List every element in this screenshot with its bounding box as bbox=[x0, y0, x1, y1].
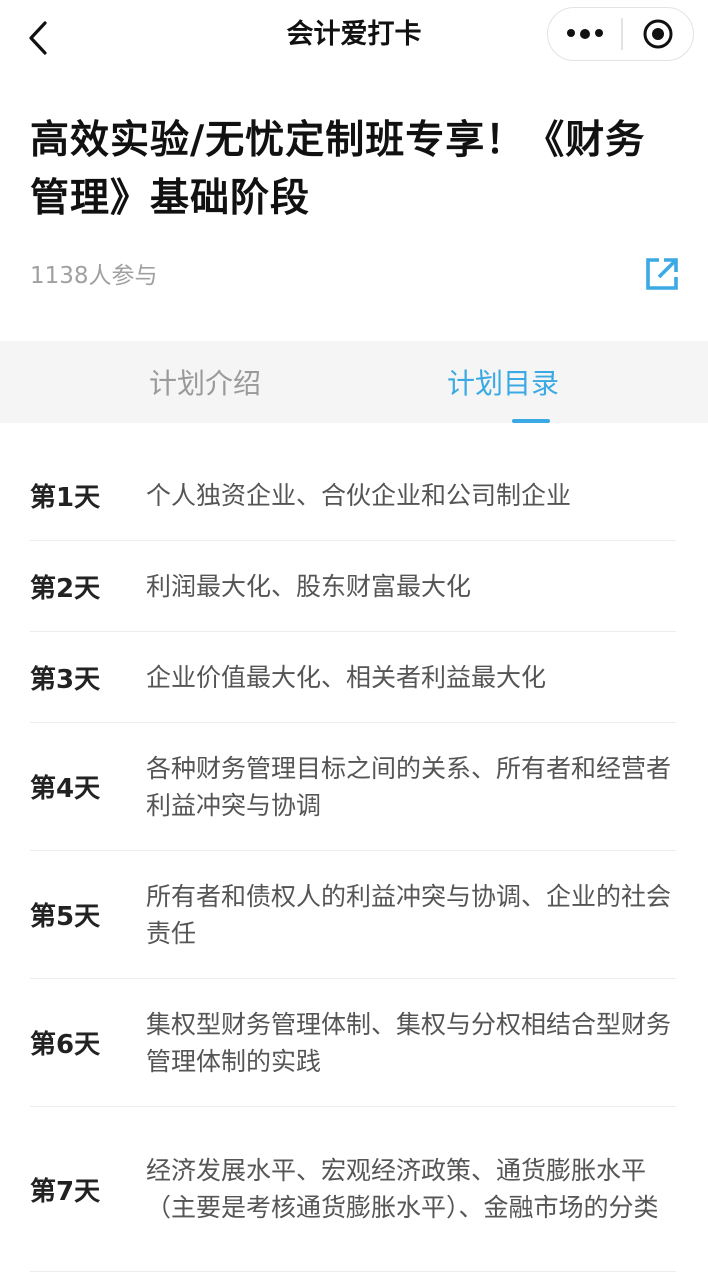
share-external-icon bbox=[646, 258, 678, 290]
tab-plan-intro[interactable]: 计划介绍 bbox=[0, 341, 354, 423]
mini-program-capsule bbox=[547, 7, 694, 61]
close-button[interactable] bbox=[623, 8, 694, 60]
catalog-list: 第1天 个人独资企业、合伙企业和公司制企业 第2天 利润最大化、股东财富最大化 … bbox=[30, 423, 676, 1272]
plan-title: 高效实验/无忧定制班专享！《财务管理》基础阶段 bbox=[30, 118, 646, 221]
day-content: 经济发展水平、宏观经济政策、通货膨胀水平（主要是考核通货膨胀水平）、金融市场的分… bbox=[146, 1156, 659, 1222]
catalog-item-day-7[interactable]: 第7天 经济发展水平、宏观经济政策、通货膨胀水平（主要是考核通货膨胀水平）、金融… bbox=[30, 1107, 676, 1272]
chevron-left-icon bbox=[29, 21, 47, 55]
day-label: 第1天 bbox=[30, 483, 101, 513]
more-dots-icon bbox=[566, 29, 603, 39]
target-close-icon bbox=[643, 19, 673, 49]
catalog-item-day-1[interactable]: 第1天 个人独资企业、合伙企业和公司制企业 bbox=[30, 423, 676, 541]
day-content: 利润最大化、股东财富最大化 bbox=[146, 571, 472, 601]
more-button[interactable] bbox=[548, 8, 621, 60]
share-button[interactable] bbox=[644, 256, 680, 292]
day-label: 第4天 bbox=[30, 774, 101, 804]
nav-bar: 会计爱打卡 bbox=[0, 0, 708, 72]
tab-bar: 计划介绍 计划目录 bbox=[0, 341, 708, 423]
catalog-item-day-4[interactable]: 第4天 各种财务管理目标之间的关系、所有者和经营者利益冲突与协调 bbox=[30, 723, 676, 851]
tab-plan-catalog[interactable]: 计划目录 bbox=[354, 341, 708, 423]
catalog-item-day-5[interactable]: 第5天 所有者和债权人的利益冲突与协调、企业的社会责任 bbox=[30, 851, 676, 979]
catalog-item-day-3[interactable]: 第3天 企业价值最大化、相关者利益最大化 bbox=[30, 632, 676, 723]
day-content: 集权型财务管理体制、集权与分权相结合型财务管理体制的实践 bbox=[146, 1009, 672, 1076]
page: 会计爱打卡 高效实验/无忧定制班专享！《财务管理》基础阶段 1138人参与 计划… bbox=[0, 0, 708, 1280]
catalog-item-day-6[interactable]: 第6天 集权型财务管理体制、集权与分权相结合型财务管理体制的实践 bbox=[30, 979, 676, 1107]
tab-label: 计划介绍 bbox=[148, 367, 261, 400]
day-label: 第5天 bbox=[30, 902, 101, 932]
day-content: 企业价值最大化、相关者利益最大化 bbox=[146, 662, 547, 692]
day-content: 所有者和债权人的利益冲突与协调、企业的社会责任 bbox=[146, 881, 672, 948]
day-label: 第6天 bbox=[30, 1030, 101, 1060]
back-button[interactable] bbox=[18, 18, 58, 58]
tab-label: 计划目录 bbox=[446, 367, 559, 400]
day-label: 第2天 bbox=[30, 573, 101, 604]
catalog-item-day-2[interactable]: 第2天 利润最大化、股东财富最大化 bbox=[30, 541, 676, 632]
day-content: 各种财务管理目标之间的关系、所有者和经营者利益冲突与协调 bbox=[146, 753, 672, 820]
day-content: 个人独资企业、合伙企业和公司制企业 bbox=[146, 481, 572, 510]
day-label: 第7天 bbox=[30, 1176, 101, 1207]
day-label: 第3天 bbox=[30, 664, 101, 695]
participant-count: 1138人参与 bbox=[30, 263, 158, 289]
